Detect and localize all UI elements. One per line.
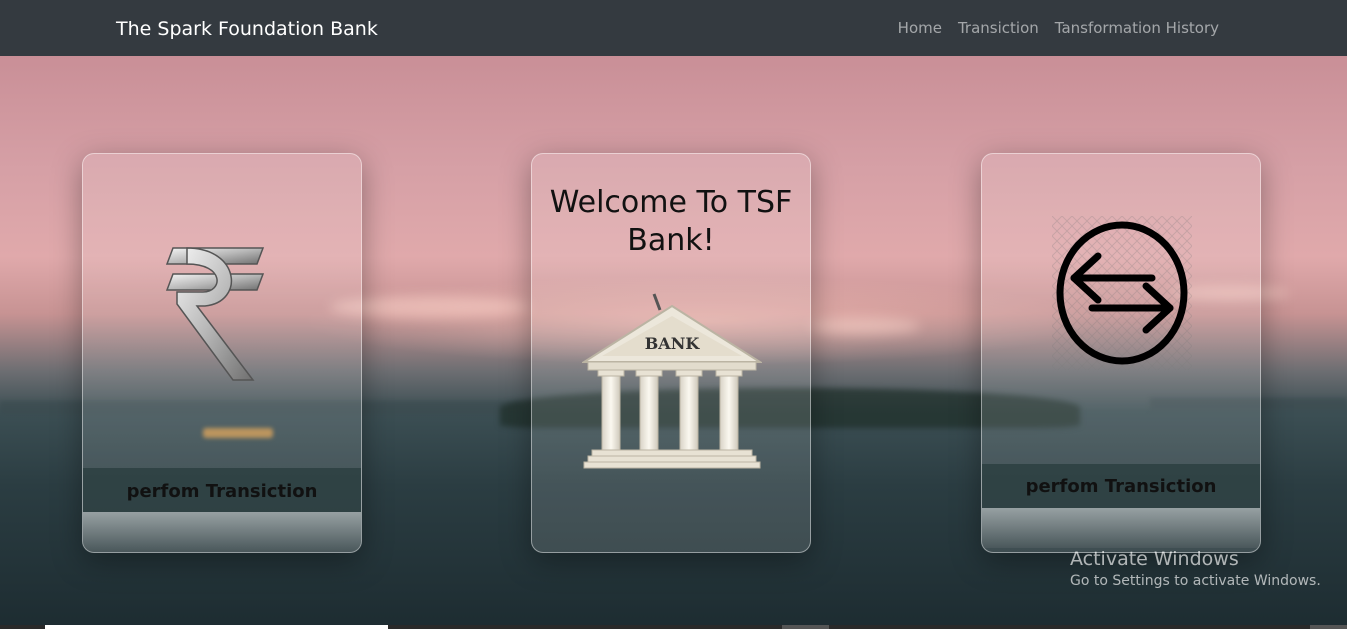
nav-link-history[interactable]: Tansformation History xyxy=(1055,18,1219,38)
transfer-arrows-icon xyxy=(1052,216,1192,374)
perform-transaction-button[interactable]: perfom Transiction xyxy=(982,465,1260,509)
card-perform-transaction-left[interactable]: perfom Transiction xyxy=(82,153,362,553)
nav-link-home[interactable]: Home xyxy=(898,18,942,38)
perform-transaction-button[interactable]: perfom Transiction xyxy=(83,470,361,514)
activate-windows-title: Activate Windows xyxy=(1070,548,1239,570)
brand-title[interactable]: The Spark Foundation Bank xyxy=(116,16,378,42)
rupee-icon xyxy=(165,240,269,392)
nav-link-transiction[interactable]: Transiction xyxy=(958,18,1039,38)
svg-text:BANK: BANK xyxy=(645,334,701,353)
scrollbar-marker xyxy=(782,625,829,629)
hero-background: perfom Transiction Welcome To TSF Bank! … xyxy=(0,56,1347,629)
card-fade xyxy=(83,512,361,552)
nav-links: Home Transiction Tansformation History xyxy=(882,18,1219,38)
navbar: The Spark Foundation Bank Home Transicti… xyxy=(0,0,1347,56)
scrollbar-thumb[interactable] xyxy=(45,625,388,629)
activate-windows-watermark: Activate Windows Go to Settings to activ… xyxy=(1070,547,1321,591)
bank-building-icon: BANK xyxy=(580,288,764,474)
activate-windows-subtitle: Go to Settings to activate Windows. xyxy=(1070,573,1321,589)
card-perform-transaction-right[interactable]: perfom Transiction xyxy=(981,153,1261,553)
card-fade xyxy=(982,508,1260,548)
horizontal-scrollbar[interactable] xyxy=(0,625,1347,629)
cloud xyxy=(810,318,920,334)
card-welcome: Welcome To TSF Bank! BANK xyxy=(531,153,811,553)
welcome-title: Welcome To TSF Bank! xyxy=(549,185,793,258)
scrollbar-marker xyxy=(1310,625,1347,629)
